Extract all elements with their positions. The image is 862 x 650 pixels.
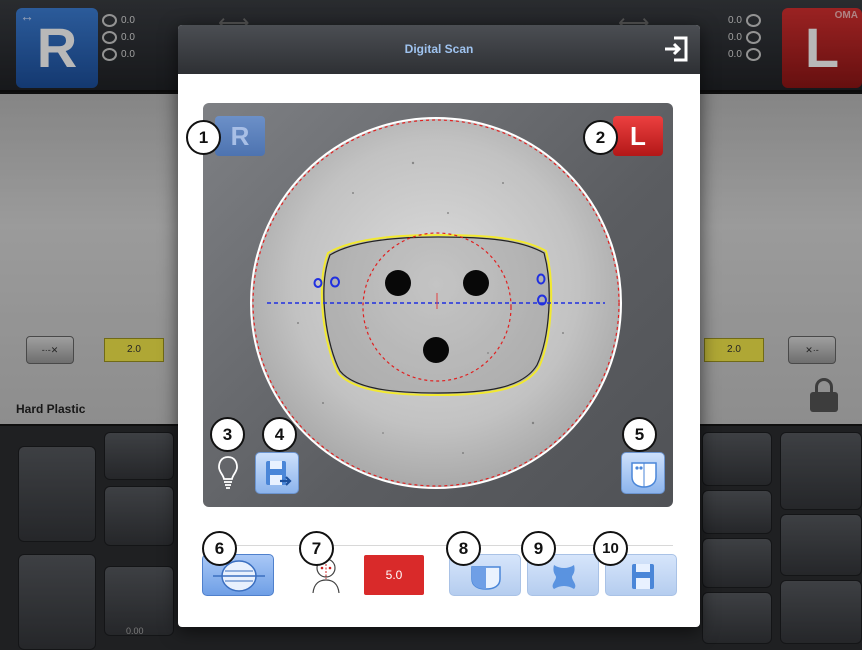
- callout-badge-9: 9: [521, 531, 556, 566]
- left-eye-button[interactable]: L: [613, 116, 663, 156]
- callout-badge-5: 5: [622, 417, 657, 452]
- lens-view-button[interactable]: [621, 452, 665, 494]
- callout-badge-6: 6: [202, 531, 237, 566]
- mark-hole-bottom: [423, 337, 449, 363]
- callout-badge-1: 1: [186, 120, 221, 155]
- right-eye-button[interactable]: R: [215, 116, 265, 156]
- mark-hole-left: [385, 270, 411, 296]
- lens-view-icon: [631, 462, 657, 488]
- pd-value-field[interactable]: 5.0: [364, 555, 424, 595]
- save-export-icon: [266, 461, 292, 486]
- callout-badge-2: 2: [583, 120, 618, 155]
- exit-icon[interactable]: [662, 34, 690, 64]
- callout-badge-4: 4: [262, 417, 297, 452]
- dialog-header: Digital Scan: [178, 25, 700, 74]
- callout-badge-3: 3: [210, 417, 245, 452]
- mark-hole-right: [463, 270, 489, 296]
- dialog-title: Digital Scan: [404, 42, 474, 56]
- callout-badge-7: 7: [299, 531, 334, 566]
- callout-badge-10: 10: [593, 531, 628, 566]
- save-export-scan-button[interactable]: [255, 452, 299, 494]
- callout-badge-8: 8: [446, 531, 481, 566]
- lightbulb-icon[interactable]: [217, 453, 239, 493]
